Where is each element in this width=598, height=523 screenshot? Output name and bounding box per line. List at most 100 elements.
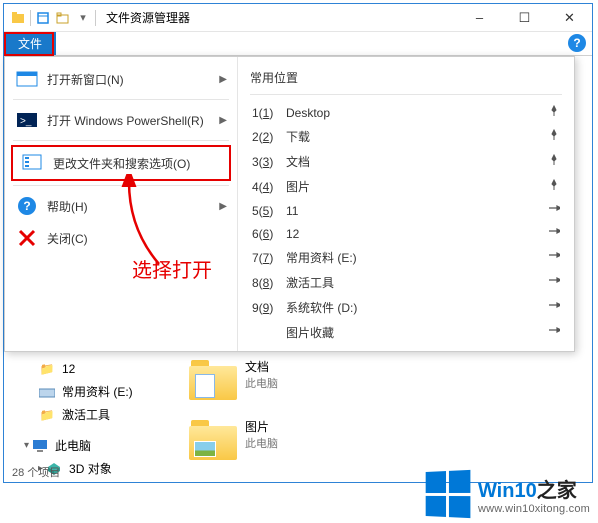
folder-icons: 文档此电脑 图片此电脑 [159,352,594,486]
folder-name: 文档 [245,358,278,375]
windows-logo-icon [426,470,471,518]
watermark-url: www.win10xitong.com [478,503,590,515]
location-label: Desktop [286,106,548,120]
qat-properties-icon[interactable] [35,10,51,26]
location-number: 9(9) [252,301,286,315]
location-label: 下载 [286,128,548,145]
frequent-place-item[interactable]: 3(3)文档 [250,149,562,174]
frequent-places-title: 常用位置 [250,65,562,95]
menu-separator [13,140,229,141]
sidebar-label: 12 [62,362,75,376]
separator [95,10,96,26]
qat-new-folder-icon[interactable] [55,10,71,26]
location-number: 2(2) [252,130,286,144]
location-label: 图片 [286,178,548,195]
location-number: 1(1) [252,106,286,120]
folder-item[interactable]: 文档此电脑 [189,358,278,400]
sidebar-item[interactable]: 📁 激活工具 [24,403,159,426]
help-icon[interactable]: ? [568,34,586,52]
content-area: 📁12 常用资料 (E:) 📁激活工具 ▾此电脑 ▸3D 对象 文档此电脑 图片… [4,352,594,486]
drive-icon [38,384,56,400]
powershell-icon: >_ [15,110,39,130]
unpin-icon[interactable] [548,275,560,290]
menu-new-window[interactable]: 打开新窗口(N) ▶ [5,63,237,95]
documents-folder-icon [189,358,237,400]
menu-label: 帮助(H) [47,198,88,215]
file-menu: 打开新窗口(N) ▶ >_ 打开 Windows PowerShell(R) ▶… [4,56,575,352]
ribbon-tabs: 文件 [4,32,592,56]
frequent-place-item[interactable]: 9(9)系统软件 (D:) [250,295,562,320]
sidebar-this-pc[interactable]: ▾此电脑 [24,434,159,457]
location-label: 文档 [286,153,548,170]
location-number: 3(3) [252,155,286,169]
sidebar-label: 常用资料 (E:) [62,383,133,400]
frequent-place-item[interactable]: 8(8)激活工具 [250,270,562,295]
unpin-icon[interactable] [548,250,560,265]
pictures-folder-icon [189,418,237,460]
submenu-arrow-icon: ▶ [219,115,227,126]
frequent-places-list: 1(1)Desktop2(2)下载3(3)文档4(4)图片5(5)116(6)1… [250,101,562,345]
location-number: 8(8) [252,276,286,290]
location-label: 11 [286,204,548,218]
submenu-arrow-icon: ▶ [219,74,227,85]
menu-help[interactable]: ? 帮助(H) ▶ [5,190,237,222]
frequent-place-item[interactable]: 7(7)常用资料 (E:) [250,245,562,270]
close-button[interactable]: ✕ [547,4,592,32]
location-number: 5(5) [252,204,286,218]
pc-icon [31,438,49,454]
menu-label: 更改文件夹和搜索选项(O) [53,155,190,172]
maximize-button[interactable]: ☐ [502,4,547,32]
file-menu-right: 常用位置 1(1)Desktop2(2)下载3(3)文档4(4)图片5(5)11… [238,57,574,351]
unpin-icon[interactable] [548,300,560,315]
sidebar-label: 此电脑 [55,437,91,454]
new-window-icon [15,69,39,89]
folder-name: 图片 [245,418,278,435]
qat-dropdown-icon[interactable]: ▾ [75,10,91,26]
window-title: 文件资源管理器 [106,9,190,26]
sidebar-item[interactable]: 常用资料 (E:) [24,380,159,403]
unpin-icon[interactable] [548,203,560,218]
folder-icon: 📁 [38,407,56,423]
folder-item[interactable]: 图片此电脑 [189,418,278,460]
menu-label: 关闭(C) [47,230,88,247]
pin-icon[interactable] [548,179,560,194]
sidebar-item[interactable]: 📁 12 [24,358,159,380]
svg-text:>_: >_ [20,116,32,127]
menu-powershell[interactable]: >_ 打开 Windows PowerShell(R) ▶ [5,104,237,136]
explorer-window: ▾ 文件资源管理器 – ☐ ✕ 文件 ? 打开新窗口(N) ▶ >_ 打开 Wi… [3,3,593,483]
folder-icon: 📁 [38,361,56,377]
sidebar-label: 3D 对象 [69,460,112,477]
frequent-place-item[interactable]: 2(2)下载 [250,124,562,149]
sidebar-label: 激活工具 [62,406,110,423]
pin-icon[interactable] [548,105,560,120]
location-label: 12 [286,227,548,241]
status-bar: 28 个项目 [12,464,60,480]
pin-icon[interactable] [548,154,560,169]
unpin-icon[interactable] [548,226,560,241]
folder-sub: 此电脑 [245,375,278,391]
close-menu-icon [15,228,39,248]
menu-close[interactable]: 关闭(C) [5,222,237,254]
location-label: 常用资料 (E:) [286,249,548,266]
file-menu-left: 打开新窗口(N) ▶ >_ 打开 Windows PowerShell(R) ▶… [5,57,238,351]
submenu-arrow-icon: ▶ [219,201,227,212]
frequent-place-item[interactable]: 图片收藏 [250,320,562,345]
menu-label: 打开新窗口(N) [47,71,124,88]
pin-icon[interactable] [548,129,560,144]
minimize-button[interactable]: – [457,4,502,32]
watermark-brand: Win10之家 [478,474,590,503]
frequent-place-item[interactable]: 5(5)11 [250,199,562,222]
unpin-icon[interactable] [548,325,560,340]
location-number: 4(4) [252,180,286,194]
location-number: 6(6) [252,227,286,241]
app-icon [10,10,26,26]
frequent-place-item[interactable]: 1(1)Desktop [250,101,562,124]
menu-folder-options[interactable]: 更改文件夹和搜索选项(O) [11,145,231,181]
watermark: Win10之家 www.win10xitong.com [424,471,590,517]
file-tab[interactable]: 文件 [4,32,56,55]
menu-separator [13,99,229,100]
location-label: 图片收藏 [286,324,548,341]
frequent-place-item[interactable]: 4(4)图片 [250,174,562,199]
frequent-place-item[interactable]: 6(6)12 [250,222,562,245]
options-icon [21,153,45,173]
